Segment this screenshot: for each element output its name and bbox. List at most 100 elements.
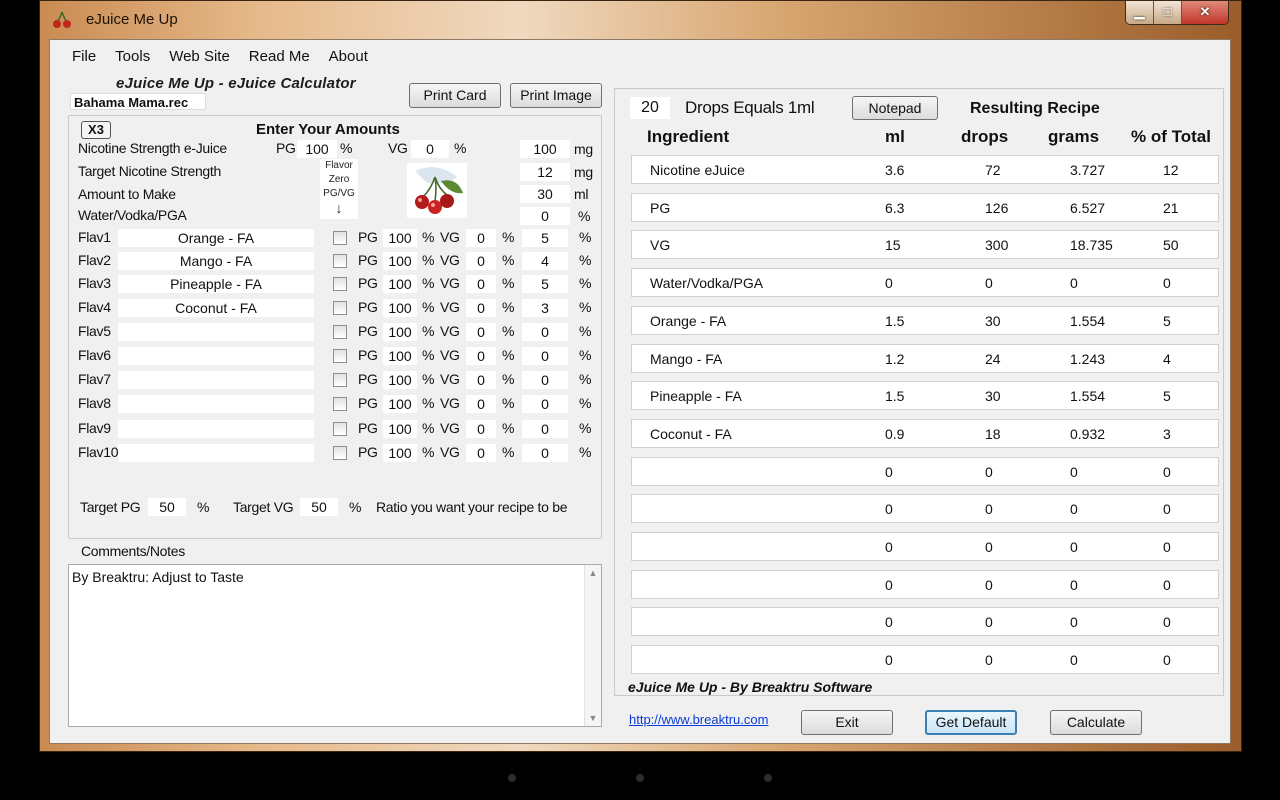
flavor-name-input[interactable]	[118, 444, 314, 462]
flavor-name-input[interactable]	[118, 371, 314, 389]
flavor-pg-input[interactable]: 100	[383, 371, 417, 389]
flavor-vg-input[interactable]: 0	[466, 323, 496, 341]
flavor-name-input[interactable]: Orange - FA	[118, 229, 314, 247]
recipe-grams: 1.554	[1070, 388, 1106, 404]
recipe-row: 0 0 0 0	[631, 570, 1219, 599]
flavor-vg-pct: %	[502, 299, 515, 315]
flavor-percent-input[interactable]: 0	[522, 347, 568, 365]
flavor-vg-label: VG	[440, 420, 460, 436]
flavor-pg-input[interactable]: 100	[383, 229, 417, 247]
flavor-pg-label: PG	[358, 420, 378, 436]
flavor-percent-input[interactable]: 5	[522, 229, 568, 247]
flavor-zero-checkbox[interactable]	[333, 277, 347, 291]
flavor-zero-checkbox[interactable]	[333, 349, 347, 363]
flavor-pg-input[interactable]: 100	[383, 395, 417, 413]
drops-per-ml-input[interactable]: 20	[630, 97, 670, 119]
print-card-button[interactable]: Print Card	[409, 83, 501, 108]
flavor-zero-checkbox[interactable]	[333, 301, 347, 315]
recipe-row: Pineapple - FA 1.5 30 1.554 5	[631, 381, 1219, 410]
flavor-pg-input[interactable]: 100	[383, 299, 417, 317]
flavor-percent-input[interactable]: 0	[522, 323, 568, 341]
nav-back-icon[interactable]	[508, 774, 516, 782]
menu-read-me[interactable]: Read Me	[241, 40, 321, 72]
nicotine-strength-input[interactable]: 100	[520, 140, 570, 158]
flavor-percent-input[interactable]: 0	[522, 444, 568, 462]
flavor-percent-input[interactable]: 0	[522, 395, 568, 413]
flavor-zero-pgvg-label[interactable]: Flavor Zero PG/VG ↓	[320, 159, 358, 219]
scroll-down-icon[interactable]: ▼	[585, 713, 601, 723]
flavor-zero-checkbox[interactable]	[333, 446, 347, 460]
menu-tools[interactable]: Tools	[107, 40, 161, 72]
app-window: eJuice Me Up ▁ □ ✕ File Tools Web Site R…	[39, 0, 1242, 752]
water-vodka-pct: %	[578, 208, 591, 224]
nav-home-icon[interactable]	[636, 774, 644, 782]
flavor-vg-input[interactable]: 0	[466, 347, 496, 365]
menu-file[interactable]: File	[64, 40, 107, 72]
flavor-vg-input[interactable]: 0	[466, 252, 496, 270]
menu-web-site[interactable]: Web Site	[161, 40, 241, 72]
minimize-button[interactable]: ▁	[1126, 1, 1154, 24]
maximize-button[interactable]: □	[1154, 1, 1182, 24]
flavor-percent-input[interactable]: 0	[522, 420, 568, 438]
flavor-vg-input[interactable]: 0	[466, 420, 496, 438]
calculate-button[interactable]: Calculate	[1050, 710, 1142, 735]
flavor-percent-input[interactable]: 5	[522, 275, 568, 293]
flavor-zero-checkbox[interactable]	[333, 254, 347, 268]
flavor-pg-input[interactable]: 100	[383, 275, 417, 293]
flavor-vg-input[interactable]: 0	[466, 371, 496, 389]
flavor-vg-input[interactable]: 0	[466, 444, 496, 462]
nav-recent-icon[interactable]	[764, 774, 772, 782]
target-pg-input[interactable]: 50	[148, 498, 186, 516]
resulting-recipe-heading: Resulting Recipe	[970, 100, 1100, 117]
menu-about[interactable]: About	[321, 40, 379, 72]
flavor-pg-input[interactable]: 100	[383, 420, 417, 438]
flavor-vg-input[interactable]: 0	[466, 229, 496, 247]
comments-textarea[interactable]: By Breaktru: Adjust to Taste ▲ ▼	[68, 564, 602, 727]
water-vodka-input[interactable]: 0	[520, 207, 570, 225]
recipe-grams: 1.554	[1070, 313, 1106, 329]
window-title: eJuice Me Up	[86, 11, 178, 28]
exit-button[interactable]: Exit	[801, 710, 893, 735]
scroll-up-icon[interactable]: ▲	[585, 568, 601, 578]
x3-button[interactable]: X3	[81, 121, 111, 139]
flavor-name-input[interactable]	[118, 420, 314, 438]
flavor-vg-input[interactable]: 0	[466, 275, 496, 293]
close-button[interactable]: ✕	[1182, 1, 1228, 24]
flavor-pg-input[interactable]: 100	[383, 252, 417, 270]
zero-label-line3: PG/VG	[323, 188, 355, 199]
flavor-name-input[interactable]	[118, 395, 314, 413]
flavor-pg-input[interactable]: 100	[383, 323, 417, 341]
col-ingredient: Ingredient	[647, 127, 730, 146]
flavor-vg-input[interactable]: 0	[466, 299, 496, 317]
filename-field[interactable]: Bahama Mama.rec	[70, 93, 206, 110]
flavor-percent-input[interactable]: 3	[522, 299, 568, 317]
get-default-button[interactable]: Get Default	[925, 710, 1017, 735]
col-pct-total: % of Total	[1131, 127, 1211, 146]
comments-scrollbar[interactable]: ▲ ▼	[584, 565, 601, 726]
flavor-pg-input[interactable]: 100	[383, 347, 417, 365]
flavor-zero-checkbox[interactable]	[333, 325, 347, 339]
flavor-name-input[interactable]	[118, 347, 314, 365]
amount-to-make-input[interactable]: 30	[520, 185, 570, 203]
target-vg-input[interactable]: 50	[300, 498, 338, 516]
flavor-zero-checkbox[interactable]	[333, 422, 347, 436]
flavor-name-input[interactable]	[118, 323, 314, 341]
flavor-vg-input[interactable]: 0	[466, 395, 496, 413]
notepad-button[interactable]: Notepad	[852, 96, 938, 120]
website-link[interactable]: http://www.breaktru.com	[629, 712, 768, 727]
flavor-name-input[interactable]: Pineapple - FA	[118, 275, 314, 293]
flavor-name-input[interactable]: Coconut - FA	[118, 299, 314, 317]
target-nicotine-input[interactable]: 12	[520, 163, 570, 181]
flavor-pg-pct: %	[422, 371, 435, 387]
print-image-button[interactable]: Print Image	[510, 83, 602, 108]
flavor-zero-checkbox[interactable]	[333, 373, 347, 387]
flavor-percent-input[interactable]: 4	[522, 252, 568, 270]
flavor-name-input[interactable]: Mango - FA	[118, 252, 314, 270]
flavor-percent-input[interactable]: 0	[522, 371, 568, 389]
title-bar: eJuice Me Up ▁ □ ✕	[40, 1, 1241, 39]
nicotine-pg-input[interactable]: 100	[297, 140, 337, 158]
nicotine-vg-input[interactable]: 0	[411, 140, 449, 158]
flavor-pg-input[interactable]: 100	[383, 444, 417, 462]
flavor-zero-checkbox[interactable]	[333, 231, 347, 245]
flavor-zero-checkbox[interactable]	[333, 397, 347, 411]
